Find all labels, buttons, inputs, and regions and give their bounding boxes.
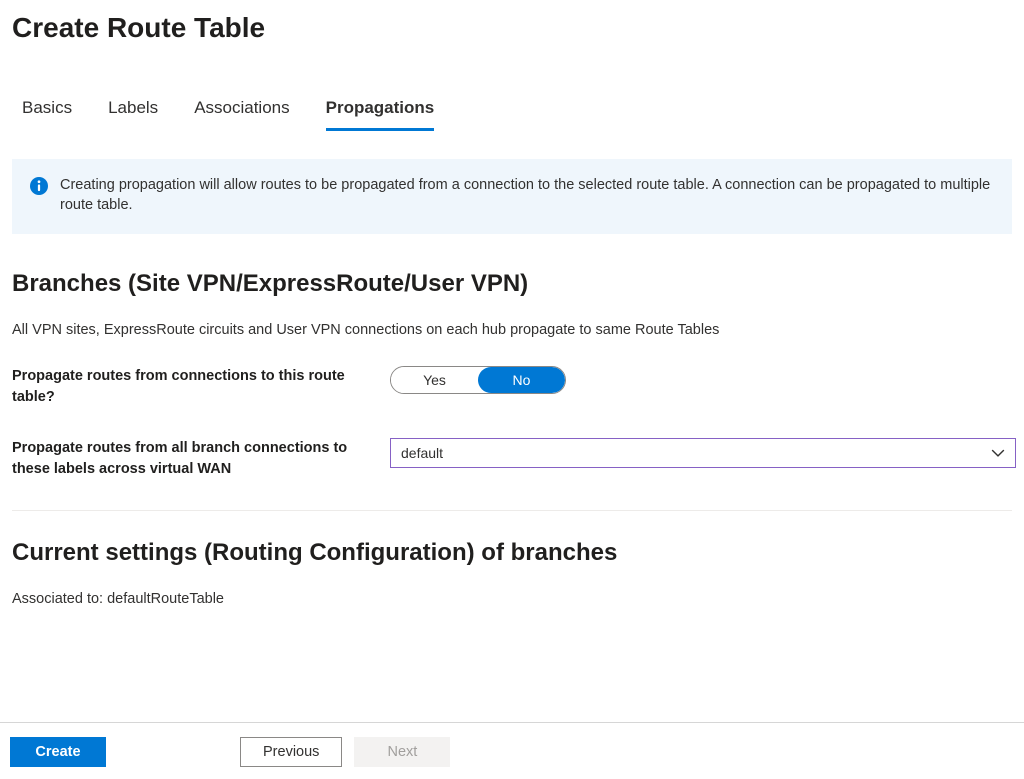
section-divider (12, 510, 1012, 511)
create-button[interactable]: Create (10, 737, 106, 767)
branches-description: All VPN sites, ExpressRoute circuits and… (12, 322, 1012, 338)
info-icon (30, 177, 48, 195)
info-text: Creating propagation will allow routes t… (60, 175, 994, 216)
wizard-footer: Create Previous Next (0, 722, 1024, 779)
associated-to-label: Associated to: (12, 591, 103, 607)
previous-button[interactable]: Previous (240, 737, 342, 767)
page-title: Create Route Table (12, 12, 1012, 44)
labels-dropdown-value: default (401, 445, 443, 461)
toggle-option-no[interactable]: No (478, 367, 565, 393)
labels-dropdown[interactable]: default (390, 438, 1016, 468)
associated-to-value: defaultRouteTable (107, 591, 224, 607)
tab-basics[interactable]: Basics (22, 92, 72, 131)
tab-bar: Basics Labels Associations Propagations (12, 92, 1012, 131)
next-button: Next (354, 737, 450, 767)
associated-to-line: Associated to: defaultRouteTable (12, 591, 1012, 607)
toggle-option-yes[interactable]: Yes (391, 367, 478, 393)
chevron-down-icon (991, 446, 1005, 460)
propagate-toggle-label: Propagate routes from connections to thi… (12, 366, 390, 408)
propagate-toggle[interactable]: Yes No (390, 366, 566, 394)
info-banner: Creating propagation will allow routes t… (12, 159, 1012, 234)
tab-associations[interactable]: Associations (194, 92, 289, 131)
current-settings-heading: Current settings (Routing Configuration)… (12, 539, 1012, 567)
labels-dropdown-label: Propagate routes from all branch connect… (12, 438, 390, 480)
tab-propagations[interactable]: Propagations (326, 92, 435, 131)
branches-heading: Branches (Site VPN/ExpressRoute/User VPN… (12, 270, 1012, 298)
tab-labels[interactable]: Labels (108, 92, 158, 131)
